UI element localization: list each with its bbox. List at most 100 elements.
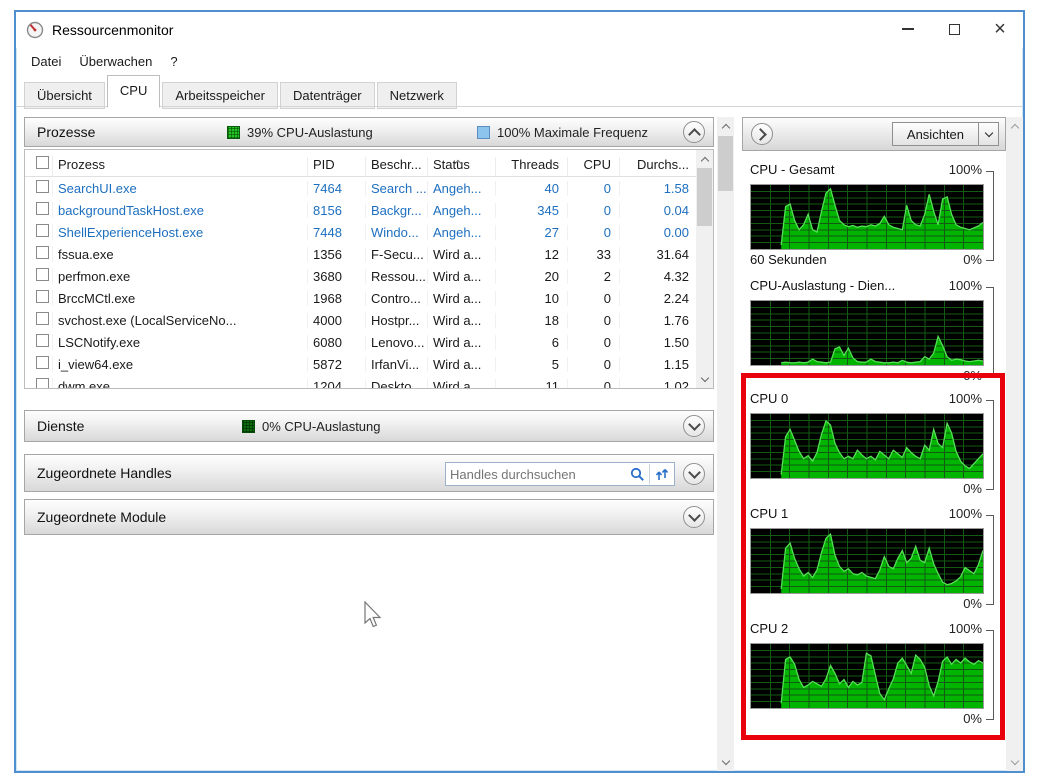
cpu-usage-chart [750,643,984,709]
close-button[interactable]: × [977,12,1023,46]
scrollbar-thumb[interactable] [718,136,733,191]
expand-handles-button[interactable] [683,463,705,485]
table-row[interactable]: perfmon.exe3680Ressou...Wird a...2024.32 [25,265,713,287]
table-row[interactable]: fssua.exe1356F-Secu...Wird a...123331.64 [25,243,713,265]
menu-item-help[interactable]: ? [161,52,186,71]
table-row[interactable]: i_view64.exe5872IrfanVi...Wird a...501.1… [25,353,713,375]
column-header-durchs[interactable]: Durchs... [620,157,698,176]
modules-section-header[interactable]: Zugeordnete Module [24,499,714,535]
row-checkbox[interactable] [36,334,49,347]
row-checkbox-cell[interactable] [25,312,53,328]
select-all-cell[interactable] [25,156,53,176]
tab-arbeitsspeicher[interactable]: Arbeitsspeicher [162,82,278,109]
window-title: Ressourcenmonitor [52,22,173,38]
cell: Angeh... [428,203,496,218]
cell: 0 [568,181,620,196]
title-bar[interactable]: Ressourcenmonitor × [16,12,1023,48]
chevron-up-icon [721,123,729,131]
resource-monitor-window: Ressourcenmonitor × DateiÜberwachen? Übe… [14,10,1025,773]
tab-datentraeger[interactable]: Datenträger [280,82,375,109]
expand-modules-button[interactable] [683,506,705,528]
process-table-scrollbar[interactable] [696,150,713,388]
column-header-cpu[interactable]: CPU [568,157,620,176]
processes-section-header[interactable]: Prozesse 39% CPU-Auslastung 100% Maximal… [24,117,714,147]
tab-uebersicht[interactable]: Übersicht [24,82,105,109]
process-table-header-row[interactable]: ProzessPIDBeschr...StatusThreadsCPUDurch… [25,150,713,177]
row-checkbox[interactable] [36,378,49,389]
row-checkbox[interactable] [36,268,49,281]
handles-section-header[interactable]: Zugeordnete Handles [24,454,714,492]
cell: 33 [568,247,620,262]
cell: 11 [496,379,568,390]
column-header-beschr[interactable]: Beschr... [366,157,428,176]
row-checkbox-cell[interactable] [25,356,53,372]
row-checkbox-cell[interactable] [25,378,53,389]
maximize-button[interactable] [931,12,977,46]
row-checkbox[interactable] [36,180,49,193]
row-checkbox-cell[interactable] [25,202,53,218]
table-row[interactable]: LSCNotify.exe6080Lenovo...Wird a...601.5… [25,331,713,353]
refresh-arrows-icon [655,467,670,482]
row-checkbox[interactable] [36,290,49,303]
cell: fssua.exe [53,247,308,262]
axis-bracket [986,171,994,261]
services-section-header[interactable]: Dienste 0% CPU-Auslastung [24,410,714,442]
column-header-pid[interactable]: PID [308,157,366,176]
collapse-charts-panel-button[interactable] [751,123,773,145]
row-checkbox-cell[interactable] [25,334,53,350]
table-row[interactable]: backgroundTaskHost.exe8156Backgr...Angeh… [25,199,713,221]
chart-title: CPU - Gesamt [750,162,835,177]
row-checkbox-cell[interactable] [25,180,53,196]
scroll-up-button[interactable] [696,150,713,167]
cell: 0 [568,203,620,218]
scroll-up-button[interactable] [1006,117,1023,134]
row-checkbox-cell[interactable] [25,246,53,262]
collapse-processes-button[interactable] [683,121,705,143]
column-header-prozess[interactable]: Prozess [53,157,308,176]
cell: Hostpr... [366,313,428,328]
table-row[interactable]: dwm.exe1204Deskto...Wird a...1101.02 [25,375,713,389]
row-checkbox[interactable] [36,202,49,215]
row-checkbox[interactable] [36,224,49,237]
scroll-down-button[interactable] [696,371,713,388]
row-checkbox[interactable] [36,356,49,369]
chart-max-label: 100% [949,506,982,521]
column-header-threads[interactable]: Threads [496,157,568,176]
table-row[interactable]: BrccMCtl.exe1968Contro...Wird a...1002.2… [25,287,713,309]
cell: Windo... [366,225,428,240]
chevron-down-icon [984,128,992,136]
right-panel-scrollbar[interactable] [1006,117,1023,771]
process-table-body[interactable]: SearchUI.exe7464Search ...Angeh...4001.5… [25,177,713,389]
column-header-status[interactable]: Status [428,157,496,176]
table-row[interactable]: ShellExperienceHost.exe7448Windo...Angeh… [25,221,713,243]
scroll-up-button[interactable] [717,117,734,134]
menu-item-ueberwachen[interactable]: Überwachen [70,52,161,71]
handles-search-input[interactable] [446,467,625,482]
cell: 5 [496,357,568,372]
row-checkbox[interactable] [36,312,49,325]
refresh-search-button[interactable] [650,463,674,485]
expand-services-button[interactable] [683,415,705,437]
minimize-button[interactable] [885,12,931,46]
views-dropdown-arrow[interactable] [978,123,998,145]
cell: 2.24 [620,291,698,306]
menu-item-datei[interactable]: Datei [22,52,70,71]
cpu-usage-legend-icon [227,126,240,139]
cell: LSCNotify.exe [53,335,308,350]
search-button[interactable] [625,463,649,485]
select-all-checkbox[interactable] [36,156,49,169]
tab-cpu[interactable]: CPU [107,75,160,108]
scroll-down-button[interactable] [717,754,734,771]
row-checkbox-cell[interactable] [25,268,53,284]
scroll-down-button[interactable] [1006,754,1023,771]
left-panel-scrollbar[interactable] [717,117,734,771]
row-checkbox[interactable] [36,246,49,259]
row-checkbox-cell[interactable] [25,290,53,306]
row-checkbox-cell[interactable] [25,224,53,240]
tab-netzwerk[interactable]: Netzwerk [377,82,457,109]
table-row[interactable]: svchost.exe (LocalServiceNo...4000Hostpr… [25,309,713,331]
views-dropdown-button[interactable]: Ansichten [892,122,999,146]
table-row[interactable]: SearchUI.exe7464Search ...Angeh...4001.5… [25,177,713,199]
scrollbar-thumb[interactable] [697,168,712,226]
handles-search-box [445,462,675,486]
